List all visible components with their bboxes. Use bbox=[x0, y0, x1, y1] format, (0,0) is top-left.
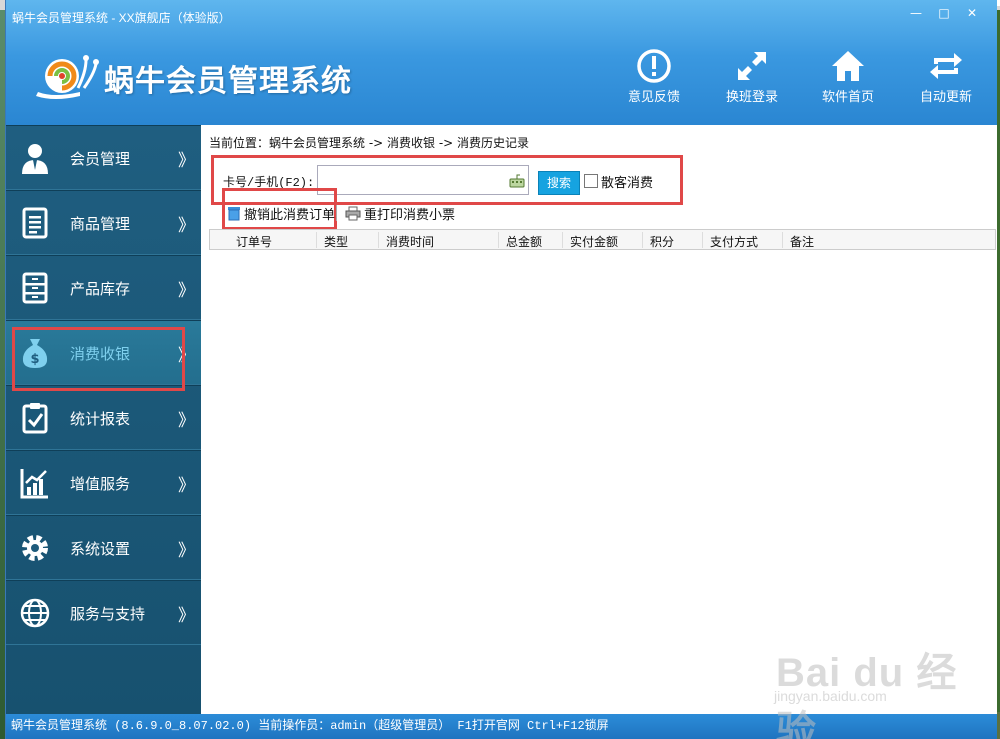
alert-circle-icon bbox=[637, 49, 671, 83]
main-content: 当前位置：蜗牛会员管理系统 -> 消费收银 -> 消费历史记录 卡号/手机(F2… bbox=[201, 125, 997, 714]
shift-login-label: 换班登录 bbox=[725, 90, 778, 105]
column-divider bbox=[378, 232, 379, 248]
auto-update-label: 自动更新 bbox=[919, 90, 972, 105]
auto-update-button[interactable]: 自动更新 bbox=[910, 48, 982, 105]
walk-in-label: 散客消费 bbox=[601, 176, 654, 191]
sidebar-item-label: 系统设置 bbox=[70, 540, 131, 558]
chevron-right-icon: 》 bbox=[178, 606, 195, 626]
chevron-right-icon: 》 bbox=[178, 151, 195, 171]
column-header[interactable]: 积分 bbox=[650, 233, 674, 250]
cancel-order-button[interactable]: 撤销此消费订单 bbox=[227, 204, 335, 223]
sidebar-item-member-management[interactable]: 会员管理 》 bbox=[6, 125, 201, 190]
expand-arrows-icon bbox=[738, 52, 766, 80]
globe-icon bbox=[20, 598, 50, 628]
sidebar-item-reports[interactable]: 统计报表 》 bbox=[6, 385, 201, 450]
title-banner: 蜗牛会员管理系统 - XX旗舰店（体验版） — □ ✕ 蜗牛会员管理系统 意见反… bbox=[6, 0, 997, 125]
sidebar-item-label: 增值服务 bbox=[70, 475, 131, 493]
watermark-url: jingyan.baidu.com bbox=[774, 688, 887, 704]
close-button[interactable]: ✕ bbox=[962, 6, 982, 20]
snail-logo-icon bbox=[36, 55, 99, 99]
chevron-right-icon: 》 bbox=[178, 476, 195, 496]
chevron-right-icon: 》 bbox=[178, 541, 195, 561]
column-header[interactable]: 支付方式 bbox=[710, 233, 758, 250]
document-icon bbox=[22, 207, 48, 239]
column-header[interactable]: 总金额 bbox=[506, 233, 542, 250]
chevron-right-icon: 》 bbox=[178, 411, 195, 431]
window-title: 蜗牛会员管理系统 - XX旗舰店（体验版） bbox=[12, 11, 231, 25]
home-label: 软件首页 bbox=[821, 90, 874, 105]
column-divider bbox=[702, 232, 703, 248]
column-header[interactable]: 订单号 bbox=[236, 233, 272, 250]
toolbar-divider bbox=[336, 205, 337, 221]
column-header[interactable]: 类型 bbox=[324, 233, 348, 250]
app-window: 蜗牛会员管理系统 - XX旗舰店（体验版） — □ ✕ 蜗牛会员管理系统 意见反… bbox=[5, 0, 997, 739]
sidebar-item-inventory[interactable]: 产品库存 》 bbox=[6, 255, 201, 320]
sidebar-item-label: 服务与支持 bbox=[70, 605, 146, 623]
sidebar-item-label: 产品库存 bbox=[70, 280, 131, 298]
column-header[interactable]: 备注 bbox=[790, 233, 814, 250]
window-controls: — □ ✕ bbox=[906, 6, 982, 20]
column-header[interactable]: 实付金额 bbox=[570, 233, 618, 250]
search-input[interactable] bbox=[317, 165, 529, 195]
gear-icon bbox=[22, 535, 48, 561]
column-header[interactable]: 消费时间 bbox=[386, 233, 434, 250]
sidebar-item-product-management[interactable]: 商品管理 》 bbox=[6, 190, 201, 255]
breadcrumb: 当前位置：蜗牛会员管理系统 -> 消费收银 -> 消费历史记录 bbox=[209, 136, 530, 150]
clipboard-check-icon bbox=[22, 403, 48, 434]
sidebar-item-label: 会员管理 bbox=[70, 150, 131, 168]
sidebar-item-settings[interactable]: 系统设置 》 bbox=[6, 515, 201, 580]
shift-login-button[interactable]: 换班登录 bbox=[716, 48, 788, 105]
baidu-watermark: Bai du 经验 jingyan.baidu.com bbox=[768, 632, 968, 739]
refresh-icon bbox=[930, 53, 962, 79]
home-button[interactable]: 软件首页 bbox=[812, 48, 884, 105]
home-icon bbox=[832, 51, 864, 81]
highlight-box-checkout bbox=[12, 327, 185, 391]
column-divider bbox=[498, 232, 499, 248]
trash-icon bbox=[228, 207, 240, 221]
feedback-button[interactable]: 意见反馈 bbox=[618, 48, 690, 105]
printer-icon bbox=[345, 206, 361, 221]
column-divider bbox=[642, 232, 643, 248]
cancel-order-label: 撤销此消费订单 bbox=[244, 208, 336, 223]
reprint-receipt-button[interactable]: 重打印消费小票 bbox=[345, 204, 455, 223]
search-button[interactable]: 搜索 bbox=[538, 171, 580, 195]
walk-in-checkbox[interactable] bbox=[584, 174, 598, 188]
keyboard-icon[interactable] bbox=[509, 172, 525, 188]
bar-chart-icon bbox=[20, 469, 48, 499]
user-icon bbox=[22, 144, 48, 174]
sidebar-item-label: 统计报表 bbox=[70, 410, 131, 428]
chevron-right-icon: 》 bbox=[178, 281, 195, 301]
sidebar-item-support[interactable]: 服务与支持 》 bbox=[6, 580, 201, 645]
column-divider bbox=[562, 232, 563, 248]
sidebar-nav: 会员管理 》 商品管理 》 产品库存 》 $ 消费收银 》 统计报表 》 增值服… bbox=[6, 125, 201, 714]
sidebar-item-value-added[interactable]: 增值服务 》 bbox=[6, 450, 201, 515]
maximize-button[interactable]: □ bbox=[934, 6, 954, 20]
column-divider bbox=[316, 232, 317, 248]
sidebar-item-label: 商品管理 bbox=[70, 215, 131, 233]
app-brand-title: 蜗牛会员管理系统 bbox=[104, 64, 352, 99]
column-divider bbox=[782, 232, 783, 248]
reprint-receipt-label: 重打印消费小票 bbox=[364, 208, 456, 223]
chevron-right-icon: 》 bbox=[178, 216, 195, 236]
feedback-label: 意见反馈 bbox=[627, 90, 680, 105]
minimize-button[interactable]: — bbox=[906, 6, 926, 20]
cabinet-icon bbox=[22, 272, 48, 304]
order-history-table-header: 订单号 类型 消费时间 总金额 实付金额 积分 支付方式 备注 bbox=[209, 229, 996, 250]
